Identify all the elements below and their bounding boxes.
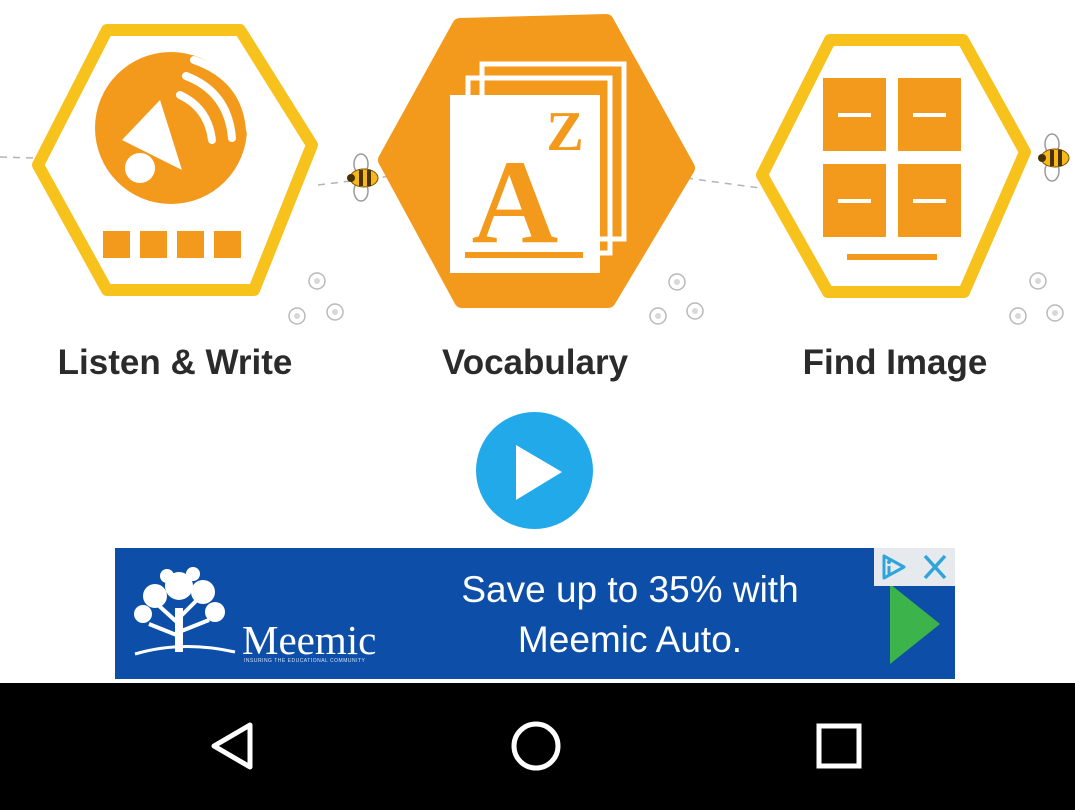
recents-button[interactable] (789, 705, 889, 787)
close-icon (923, 554, 947, 580)
adchoices-button[interactable] (874, 548, 915, 586)
home-button[interactable] (486, 705, 586, 787)
back-button[interactable] (182, 705, 282, 787)
ad-close-button[interactable] (915, 548, 955, 586)
module-find-image[interactable] (730, 0, 1060, 330)
meemic-logo: Meemic INSURING THE EDUCATIONAL COMMUNIT… (127, 566, 377, 666)
green-arrow-icon[interactable] (887, 584, 943, 664)
ad-brand-tagline: INSURING THE EDUCATIONAL COMMUNITY (244, 658, 366, 664)
tree-icon (134, 567, 236, 656)
module-label-find-image: Find Image (802, 343, 988, 382)
ad-banner[interactable]: Meemic INSURING THE EDUCATIONAL COMMUNIT… (115, 548, 955, 679)
vocabulary-book-icon: A Z (450, 61, 627, 273)
image-grid-icon (823, 78, 961, 260)
home-icon (511, 721, 561, 771)
module-listen-write[interactable] (10, 0, 340, 330)
ad-brand-name: Meemic (242, 617, 377, 663)
module-label-vocabulary: Vocabulary (441, 343, 629, 382)
navigation-bar (0, 683, 1075, 810)
adchoices-icon (882, 554, 906, 580)
speaker-icon (95, 52, 254, 258)
module-vocabulary[interactable]: A Z (370, 0, 700, 330)
ad-headline: Save up to 35% with Meemic Auto. (390, 565, 870, 665)
play-icon (516, 445, 562, 500)
back-icon (211, 722, 253, 770)
recents-icon (816, 723, 862, 769)
play-button[interactable] (476, 412, 593, 529)
ad-headline-line-1: Save up to 35% with (461, 569, 799, 610)
ad-headline-line-2: Meemic Auto. (517, 619, 743, 660)
module-label-listen-write: Listen & Write (57, 343, 293, 382)
svg-text:Z: Z (546, 101, 583, 163)
